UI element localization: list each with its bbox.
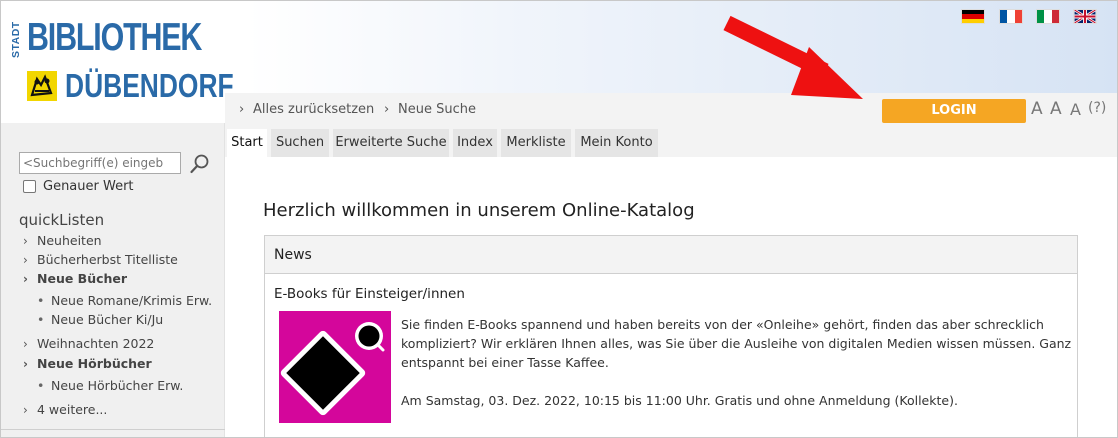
page-header: STADT BIBLIOTHEK DÜBENDORF [1, 1, 1117, 104]
tab-index[interactable]: Index [453, 129, 497, 157]
font-size-large-button[interactable]: A [1070, 100, 1081, 119]
divider [1, 429, 225, 430]
new-search-link[interactable]: › Neue Suche [384, 102, 476, 117]
chevron-right-icon: › [23, 272, 28, 286]
news-panel: News E-Books für Einsteiger/innen Sie fi… [264, 235, 1078, 437]
ebook-coffee-image [279, 311, 391, 423]
french-flag-icon[interactable] [999, 9, 1023, 24]
red-arrow-icon [723, 15, 863, 99]
search-icon[interactable] [189, 153, 211, 175]
tab-my-account[interactable]: Mein Konto [575, 129, 658, 157]
chevron-right-icon: › [23, 337, 28, 351]
sidebar: Genauer Wert quickListen ›Neuheiten ›Büc… [1, 123, 225, 437]
main-content: Herzlich willkommen in unserem Online-Ka… [225, 157, 1117, 437]
logo-stadt-text: STADT [10, 21, 22, 59]
chevron-right-icon: › [23, 234, 28, 248]
reset-all-link[interactable]: › Alles zurücksetzen [239, 102, 374, 117]
quicklists-title: quickListen [19, 211, 105, 229]
quicklist-item[interactable]: › Neuheiten [23, 233, 102, 248]
catalog-page: STADT BIBLIOTHEK DÜBENDORF › Alles zurüc… [0, 0, 1118, 438]
exact-value-label: Genauer Wert [43, 179, 134, 194]
article-text-line: entspannt bei einer Tasse Kaffee. [401, 355, 609, 370]
quicklist-item[interactable]: › Neue Hörbücher [23, 356, 152, 371]
logo-bibliothek-text: BIBLIOTHEK [27, 16, 202, 59]
help-link[interactable]: (?) [1088, 100, 1106, 116]
library-logo[interactable]: STADT BIBLIOTHEK DÜBENDORF [7, 13, 234, 105]
login-button[interactable]: LOGIN [882, 99, 1026, 123]
quicklist-item[interactable]: › Weihnachten 2022 [23, 336, 154, 351]
article-text-line: Sie finden E-Books spannend und haben be… [401, 317, 1044, 332]
article-title[interactable]: E-Books für Einsteiger/innen [274, 286, 465, 302]
quicklist-subitem[interactable]: • Neue Hörbücher Erw. [37, 378, 183, 393]
chevron-right-icon: › [384, 102, 390, 117]
toolbar: › Alles zurücksetzen › Neue Suche LOGIN A … [225, 93, 1117, 127]
chevron-right-icon: › [239, 102, 245, 117]
bullet-icon: • [37, 293, 45, 308]
quicklist-more-link[interactable]: › 4 weitere... [23, 402, 107, 417]
quicklist-item[interactable]: › Neue Bücher [23, 271, 127, 286]
chevron-right-icon: › [23, 253, 28, 267]
uk-flag-icon[interactable] [1073, 9, 1097, 24]
news-title: News [274, 247, 312, 263]
search-input[interactable] [19, 152, 181, 174]
italian-flag-icon[interactable] [1036, 9, 1060, 24]
checkbox[interactable] [23, 180, 36, 193]
article-text-line: Am Samstag, 03. Dez. 2022, 10:15 bis 11:… [401, 393, 958, 408]
bullet-icon: • [37, 378, 45, 393]
bullet-icon: • [37, 312, 45, 327]
tab-advanced-search[interactable]: Erweiterte Suche [333, 129, 449, 157]
coat-of-arms-icon [27, 71, 57, 101]
language-switcher [961, 9, 1101, 25]
tab-search[interactable]: Suchen [271, 129, 329, 157]
reset-all-label: Alles zurücksetzen [253, 102, 375, 117]
main-tabs: Start Suchen Erweiterte Suche Index Merk… [225, 127, 1117, 157]
quicklist-item[interactable]: › Bücherherbst Titelliste [23, 252, 178, 267]
font-size-small-button[interactable]: A [1031, 99, 1043, 119]
tab-start[interactable]: Start [227, 129, 267, 157]
exact-value-checkbox[interactable]: Genauer Wert [23, 179, 134, 194]
news-header: News [265, 236, 1077, 274]
chevron-right-icon: › [23, 357, 28, 371]
article-text-line: kompliziert? Wir erklären Ihnen alles, w… [401, 336, 1072, 351]
logo-duebendorf-text: DÜBENDORF [65, 67, 234, 104]
quicklist-subitem[interactable]: • Neue Bücher Ki/Ju [37, 312, 163, 327]
tab-watchlist[interactable]: Merkliste [501, 129, 571, 157]
new-search-label: Neue Suche [398, 102, 476, 117]
quicklist-subitem[interactable]: • Neue Romane/Krimis Erw. [37, 293, 212, 308]
page-title: Herzlich willkommen in unserem Online-Ka… [263, 200, 695, 221]
german-flag-icon[interactable] [961, 9, 985, 24]
chevron-right-icon: › [23, 403, 28, 417]
font-size-medium-button[interactable]: A [1050, 99, 1062, 119]
